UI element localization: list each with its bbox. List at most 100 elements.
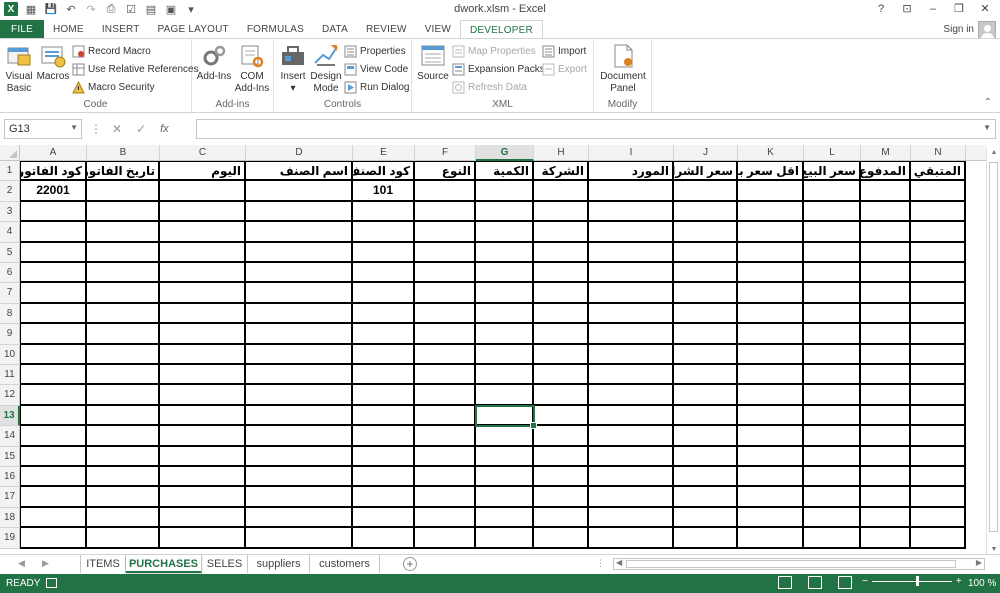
- cell-d3[interactable]: [246, 201, 353, 223]
- save-icon[interactable]: 💾: [44, 2, 58, 16]
- cell-l5[interactable]: [804, 242, 861, 263]
- cell-m16[interactable]: [861, 467, 911, 488]
- cell-j3[interactable]: [674, 201, 738, 223]
- add-sheet-button[interactable]: +: [403, 557, 417, 571]
- zoom-slider[interactable]: [871, 576, 952, 586]
- cell-d18[interactable]: [246, 507, 353, 529]
- cell-f17[interactable]: [415, 487, 476, 508]
- cell-d8[interactable]: [246, 303, 353, 325]
- cell-h5[interactable]: [534, 242, 589, 263]
- tab-formulas[interactable]: FORMULAS: [238, 20, 313, 39]
- row-header-12[interactable]: 12: [0, 385, 20, 406]
- cell-h18[interactable]: [534, 507, 589, 529]
- vertical-scrollbar[interactable]: ▲ ▼: [986, 148, 1000, 554]
- cell-h8[interactable]: [534, 303, 589, 325]
- tab-home[interactable]: HOME: [44, 20, 93, 39]
- cell-n2[interactable]: [911, 181, 966, 202]
- cell-b19[interactable]: [87, 528, 160, 549]
- cell-b3[interactable]: [87, 201, 160, 223]
- cell-a3[interactable]: [20, 201, 87, 223]
- cell-b12[interactable]: [87, 385, 160, 406]
- cell-j16[interactable]: [674, 467, 738, 488]
- cell-h19[interactable]: [534, 528, 589, 549]
- cell-n1[interactable]: المتبقي: [911, 161, 966, 182]
- cell-i1[interactable]: المورد: [589, 161, 674, 182]
- cell-d13[interactable]: [246, 405, 353, 427]
- cell-a19[interactable]: [20, 528, 87, 549]
- cell-l6[interactable]: [804, 263, 861, 284]
- cell-f11[interactable]: [415, 365, 476, 386]
- row-header-5[interactable]: 5: [0, 242, 20, 263]
- cell-c18[interactable]: [160, 507, 246, 529]
- normal-view-icon[interactable]: [778, 576, 792, 589]
- cell-k10[interactable]: [738, 344, 804, 365]
- view-code-button[interactable]: View Code: [344, 61, 408, 77]
- cell-f16[interactable]: [415, 467, 476, 488]
- cell-m2[interactable]: [861, 181, 911, 202]
- cell-l2[interactable]: [804, 181, 861, 202]
- cell-h17[interactable]: [534, 487, 589, 508]
- cell-f13[interactable]: [415, 405, 476, 427]
- cell-n11[interactable]: [911, 365, 966, 386]
- cell-j5[interactable]: [674, 242, 738, 263]
- checklist-icon[interactable]: ☑: [124, 2, 138, 16]
- cell-m14[interactable]: [861, 426, 911, 447]
- name-box[interactable]: G13 ▼: [4, 119, 82, 139]
- cell-m6[interactable]: [861, 263, 911, 284]
- cell-c6[interactable]: [160, 263, 246, 284]
- cell-m18[interactable]: [861, 507, 911, 529]
- cell-i2[interactable]: [589, 181, 674, 202]
- cell-l10[interactable]: [804, 344, 861, 365]
- cell-a12[interactable]: [20, 385, 87, 406]
- column-header-m[interactable]: M: [861, 145, 911, 161]
- cell-i8[interactable]: [589, 303, 674, 325]
- insert-function-icon[interactable]: fx: [160, 123, 169, 135]
- cell-c1[interactable]: اليوم: [160, 161, 246, 182]
- cell-g18[interactable]: [476, 507, 534, 529]
- map-properties-button[interactable]: Map Properties: [452, 43, 536, 59]
- cell-k12[interactable]: [738, 385, 804, 406]
- cell-b4[interactable]: [87, 222, 160, 243]
- cell-a5[interactable]: [20, 242, 87, 263]
- cell-m10[interactable]: [861, 344, 911, 365]
- zoom-percentage[interactable]: 100 %: [968, 578, 996, 589]
- cell-l3[interactable]: [804, 201, 861, 223]
- sheet-tab-purchases[interactable]: PURCHASES: [126, 555, 202, 573]
- cell-h13[interactable]: [534, 405, 589, 427]
- cell-i16[interactable]: [589, 467, 674, 488]
- expand-formula-icon[interactable]: ▼: [983, 123, 991, 132]
- cell-e18[interactable]: [353, 507, 415, 529]
- cell-g12[interactable]: [476, 385, 534, 406]
- help-button[interactable]: ?: [870, 1, 892, 17]
- page-break-view-icon[interactable]: [838, 576, 852, 589]
- cell-i15[interactable]: [589, 446, 674, 467]
- cell-n6[interactable]: [911, 263, 966, 284]
- cell-i9[interactable]: [589, 324, 674, 345]
- cell-n16[interactable]: [911, 467, 966, 488]
- cell-g17[interactable]: [476, 487, 534, 508]
- cell-b6[interactable]: [87, 263, 160, 284]
- cell-j9[interactable]: [674, 324, 738, 345]
- cell-j17[interactable]: [674, 487, 738, 508]
- cell-d16[interactable]: [246, 467, 353, 488]
- cell-j18[interactable]: [674, 507, 738, 529]
- cell-a2[interactable]: 22001: [20, 181, 87, 202]
- cell-d9[interactable]: [246, 324, 353, 345]
- xml-source-button[interactable]: Source: [416, 43, 450, 83]
- cell-j10[interactable]: [674, 344, 738, 365]
- cell-i4[interactable]: [589, 222, 674, 243]
- cell-h4[interactable]: [534, 222, 589, 243]
- cell-e8[interactable]: [353, 303, 415, 325]
- cell-h15[interactable]: [534, 446, 589, 467]
- cell-a9[interactable]: [20, 324, 87, 345]
- cell-h6[interactable]: [534, 263, 589, 284]
- cell-j15[interactable]: [674, 446, 738, 467]
- cell-g19[interactable]: [476, 528, 534, 549]
- tab-review[interactable]: REVIEW: [357, 20, 416, 39]
- cell-j7[interactable]: [674, 283, 738, 304]
- cell-l14[interactable]: [804, 426, 861, 447]
- collapse-ribbon-icon[interactable]: ⌃: [984, 97, 992, 108]
- cell-k14[interactable]: [738, 426, 804, 447]
- cell-d7[interactable]: [246, 283, 353, 304]
- cell-n13[interactable]: [911, 405, 966, 427]
